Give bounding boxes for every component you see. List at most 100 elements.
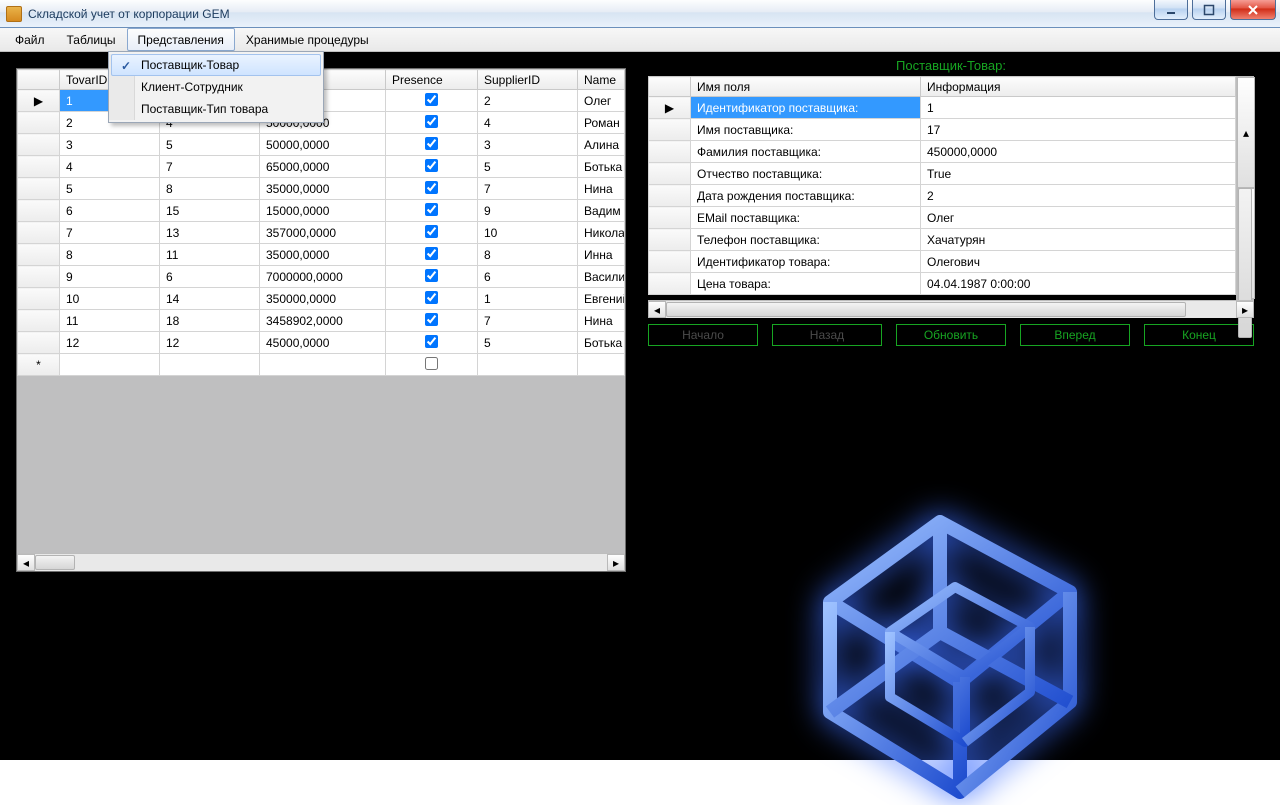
cell-supplierid[interactable]: 8 [478,244,578,266]
right-vertical-scrollbar[interactable]: ▴ ▾ [1236,76,1254,300]
cell-info[interactable]: 1 [921,97,1236,119]
row-header[interactable] [649,119,691,141]
cell-presence[interactable] [386,332,478,354]
row-header[interactable] [18,332,60,354]
right-horizontal-scrollbar[interactable]: ◂ ▸ [648,300,1254,318]
cell-presence[interactable] [386,178,478,200]
cell-presence[interactable] [386,200,478,222]
row-header[interactable]: ▶ [649,97,691,119]
cell-info[interactable]: True [921,163,1236,185]
cell-name[interactable]: Евгений [578,288,625,310]
col-info[interactable]: Информация [921,77,1236,97]
table-row[interactable]: Идентификатор товара:Олегович [649,251,1236,273]
row-header[interactable]: ▶ [18,90,60,112]
cell-supplierid[interactable]: 10 [478,222,578,244]
table-row[interactable]: 3550000,00003Алина [18,134,625,156]
cell-tovarid[interactable]: 11 [60,310,160,332]
scroll-thumb[interactable] [35,555,75,570]
cell-tovarid[interactable]: 4 [60,156,160,178]
row-header[interactable] [18,112,60,134]
col-supplierid[interactable]: SupplierID [478,70,578,90]
cell-fieldname[interactable]: Идентификатор товара: [691,251,921,273]
cell-col3[interactable]: 65000,0000 [260,156,386,178]
table-row[interactable]: Телефон поставщика:Хачатурян [649,229,1236,251]
row-header[interactable] [18,134,60,156]
scroll-left-button[interactable]: ◂ [17,554,35,571]
table-row[interactable]: 713357000,000010Николай [18,222,625,244]
nav-next-button[interactable]: Вперед [1020,324,1130,346]
nav-prev-button[interactable]: Назад [772,324,882,346]
table-row[interactable]: EMail поставщика:Олег [649,207,1236,229]
cell-name[interactable]: Вадим [578,200,625,222]
cell-name[interactable]: Нина [578,178,625,200]
cell-presence[interactable] [386,244,478,266]
scroll-thumb[interactable] [666,302,1186,317]
cell-presence[interactable] [386,354,478,376]
nav-first-button[interactable]: Начало [648,324,758,346]
cell-presence[interactable] [386,310,478,332]
cell-tovarid[interactable]: 12 [60,332,160,354]
table-row[interactable]: Дата рождения поставщика:2 [649,185,1236,207]
col-name[interactable]: Name [578,70,625,90]
cell-tovarid[interactable]: 10 [60,288,160,310]
table-row[interactable]: 11183458902,0000 7Нина [18,310,625,332]
presence-checkbox[interactable] [425,115,438,128]
presence-checkbox[interactable] [425,291,438,304]
cell-supplierid[interactable]: 5 [478,332,578,354]
row-header[interactable] [649,229,691,251]
cell-fieldname[interactable]: Телефон поставщика: [691,229,921,251]
cell-fieldname[interactable]: Дата рождения поставщика: [691,185,921,207]
presence-checkbox[interactable] [425,225,438,238]
cell-name[interactable]: Ботька [578,332,625,354]
cell-name[interactable]: Василий [578,266,625,288]
cell-presence[interactable] [386,134,478,156]
cell-info[interactable]: 450000,0000 [921,141,1236,163]
close-button[interactable] [1230,0,1276,20]
dropdown-item-supplier-producttype[interactable]: Поставщик-Тип товара [111,98,321,120]
presence-checkbox[interactable] [425,269,438,282]
cell-supplierid[interactable]: 1 [478,288,578,310]
cell-info[interactable]: Олег [921,207,1236,229]
row-header-corner[interactable] [649,77,691,97]
table-row[interactable]: Имя поставщика:17 [649,119,1236,141]
table-row[interactable]: 4765000,0000 5Ботька [18,156,625,178]
cell-supplierid[interactable]: 5 [478,156,578,178]
table-row[interactable]: 121245000,00005Ботька [18,332,625,354]
cell-col2[interactable]: 13 [160,222,260,244]
menu-tables[interactable]: Таблицы [56,28,127,51]
cell-supplierid[interactable]: 4 [478,112,578,134]
cell-info[interactable]: Олегович [921,251,1236,273]
cell-presence[interactable] [386,266,478,288]
cell-col3[interactable]: 3458902,0000 [260,310,386,332]
minimize-button[interactable] [1154,0,1188,20]
scroll-left-button[interactable]: ◂ [648,301,666,318]
scroll-track[interactable] [35,554,607,571]
cell-info[interactable]: 2 [921,185,1236,207]
presence-checkbox[interactable] [425,137,438,150]
cell-supplierid[interactable]: 7 [478,310,578,332]
row-header[interactable]: * [18,354,60,376]
table-row[interactable]: 5835000,00007Нина [18,178,625,200]
row-header[interactable] [18,178,60,200]
presence-checkbox[interactable] [425,203,438,216]
presence-checkbox[interactable] [425,93,438,106]
row-header[interactable] [649,163,691,185]
menu-storedprocs[interactable]: Хранимые процедуры [235,28,380,51]
cell-tovarid[interactable]: 7 [60,222,160,244]
cell-col2[interactable]: 18 [160,310,260,332]
cell-tovarid[interactable]: 5 [60,178,160,200]
menu-file[interactable]: Файл [4,28,56,51]
cell-fieldname[interactable]: Идентификатор поставщика: [691,97,921,119]
cell-col2[interactable]: 7 [160,156,260,178]
cell-info[interactable]: Хачатурян [921,229,1236,251]
cell-name[interactable]: Алина [578,134,625,156]
presence-checkbox[interactable] [425,247,438,260]
dropdown-item-supplier-product[interactable]: ✓ Поставщик-Товар [111,54,321,76]
cell-fieldname[interactable]: Фамилия поставщика: [691,141,921,163]
nav-refresh-button[interactable]: Обновить [896,324,1006,346]
cell-fieldname[interactable]: Имя поставщика: [691,119,921,141]
cell-fieldname[interactable]: EMail поставщика: [691,207,921,229]
cell-name[interactable]: Нина [578,310,625,332]
cell-name[interactable]: Ботька [578,156,625,178]
maximize-button[interactable] [1192,0,1226,20]
